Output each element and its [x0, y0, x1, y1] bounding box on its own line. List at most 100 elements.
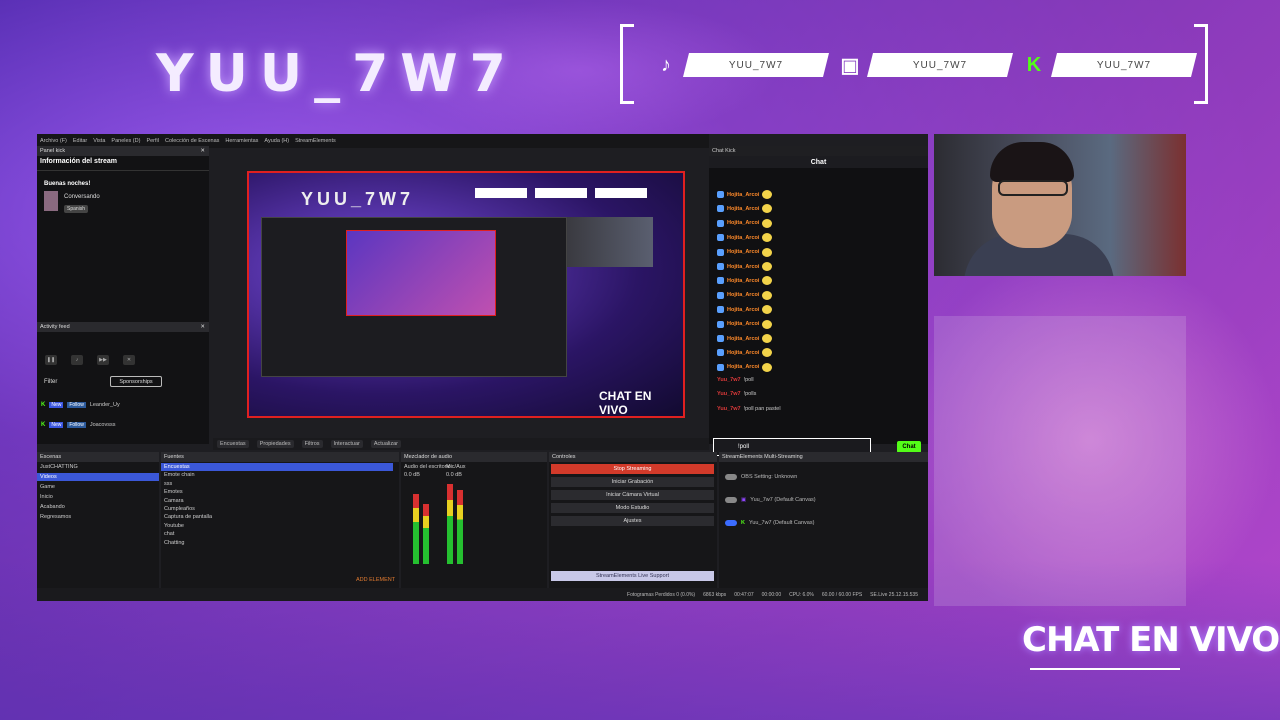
menu-item[interactable]: Ayuda (H) — [264, 138, 289, 144]
chat-message: Hojita_Arcoi — [717, 362, 773, 372]
multistream-row: OBS Setting: Unknown — [725, 474, 797, 480]
stream-info-title: Información del stream — [40, 158, 118, 165]
skip-icon[interactable]: ▶▶ — [97, 355, 109, 365]
menu-item[interactable]: Herramientas — [225, 138, 258, 144]
sources-header: Fuentes — [161, 452, 399, 462]
pause-icon[interactable]: ❚❚ — [45, 355, 57, 365]
start-recording-button[interactable]: Iniciar Grabación — [551, 477, 714, 487]
sponsorships-button[interactable]: Sponsorships — [110, 376, 162, 387]
menu-item[interactable]: Editar — [73, 138, 87, 144]
activity-filter[interactable]: Filter — [44, 379, 57, 385]
menu-item[interactable]: Archivo (F) — [40, 138, 67, 144]
source-item[interactable]: Camara — [161, 497, 393, 505]
stop-streaming-button[interactable]: Stop Streaming — [551, 464, 714, 474]
live-support-link[interactable]: StreamElements Live Support — [551, 571, 714, 581]
source-toolbar: Encuestas Propiedades Filtros Interactua… — [213, 438, 709, 450]
activity-controls: ❚❚ ♪ ▶▶ ✕ — [45, 355, 135, 365]
chat-username: Hojita_Arcoi — [727, 191, 760, 198]
source-item[interactable]: sss — [161, 480, 393, 488]
scene-item[interactable]: Videos — [37, 473, 159, 481]
filters-button[interactable]: Filtros — [301, 440, 323, 448]
scene-item[interactable]: Acabando — [37, 503, 159, 511]
chat-username: Hojita_Arcoi — [727, 349, 760, 356]
menu-item[interactable]: Perfil — [146, 138, 159, 144]
program-preview[interactable]: YUU_7W7 CHAT EN VIVO — [247, 171, 685, 418]
studio-mode-button[interactable]: Modo Estudio — [551, 503, 714, 513]
chat-username: Hojita_Arcoi — [727, 364, 760, 371]
multistream-header: StreamElements Multi-Streaming — [719, 452, 928, 462]
source-item[interactable]: Chatting — [161, 539, 393, 547]
source-item[interactable]: Youtube — [161, 522, 393, 530]
menu-item[interactable]: Paneles (D) — [111, 138, 140, 144]
kick-panel-title: Panel kick — [40, 148, 66, 154]
scene-item[interactable]: Regresamos — [37, 513, 159, 521]
twitch-icon: ▣ — [741, 497, 747, 503]
scenes-header: Escenas — [37, 452, 159, 462]
chat-message: Hojita_Arcoi — [717, 348, 773, 358]
chat-message: Hojita_Arcoi — [717, 247, 773, 257]
emote-icon — [762, 290, 773, 300]
activity-row: K New Follow Joacovsss — [41, 422, 116, 428]
chat-message: Hojita_Arcoi — [717, 204, 773, 214]
bell-icon[interactable]: ♪ — [71, 355, 83, 365]
chat-username: Hojita_Arcoi — [727, 234, 760, 241]
webcam-feed — [934, 134, 1186, 276]
obs-window: Archivo (F) Editar Vista Paneles (D) Per… — [37, 134, 928, 601]
source-item[interactable]: Emote chain — [161, 471, 393, 479]
badge-icon — [717, 248, 724, 256]
twitch-icon: ▣ — [840, 54, 860, 77]
badge-icon — [717, 263, 724, 270]
controls-header: Controles — [549, 452, 717, 462]
chat-message: Hojita_Arcoi — [717, 319, 773, 329]
menu-item[interactable]: Colección de Escenas — [165, 138, 219, 144]
output-toggle[interactable] — [725, 474, 737, 480]
menu-item[interactable]: Vista — [93, 138, 105, 144]
chat-message: Hojita_Arcoi — [717, 334, 773, 343]
webcam-glasses — [998, 180, 1068, 196]
badge-icon — [717, 349, 724, 357]
social-handle: YUU_7W7 — [912, 59, 968, 71]
chat-message: Yuu_7w7 !polls — [717, 391, 756, 397]
badge-icon — [717, 335, 724, 342]
add-element-button[interactable]: ADD ELEMENT — [353, 576, 395, 584]
source-item[interactable]: Emotes — [161, 488, 393, 496]
source-item[interactable]: Encuestas — [161, 463, 393, 471]
overlay-chat-label: CHAT EN VIVO — [1022, 620, 1280, 660]
source-item[interactable]: chat — [161, 530, 393, 538]
badge-icon — [717, 277, 724, 285]
chat-text: !polls — [743, 391, 757, 397]
scene-item[interactable]: JustCHATTING — [37, 463, 159, 471]
interact-button[interactable]: Interactuar — [330, 440, 363, 448]
badge-icon — [717, 234, 724, 242]
menu-item[interactable]: StreamElements — [295, 138, 336, 144]
source-item[interactable]: Captura de pantalla — [161, 513, 393, 521]
output-label: OBS Setting: Unknown — [741, 474, 798, 480]
chat-username: Yuu_7w7 — [717, 406, 741, 412]
preview-nested-obs — [261, 217, 567, 377]
properties-button[interactable]: Propiedades — [256, 440, 294, 448]
output-toggle[interactable] — [725, 520, 737, 526]
scene-item[interactable]: Inicio — [37, 493, 159, 501]
emote-icon — [762, 305, 773, 315]
mute-icon[interactable]: ✕ — [123, 355, 135, 365]
activity-row: K New Follow Leander_Uy — [41, 402, 120, 408]
chat-message: Yuu_7w7 !poll — [717, 377, 754, 383]
close-icon[interactable]: ✕ — [200, 324, 205, 330]
virtual-camera-button[interactable]: Iniciar Cámara Virtual — [551, 490, 714, 500]
status-bar: Fotogramas Perdidos 0 (0.0%) 6863 kbps 0… — [37, 588, 928, 601]
close-icon[interactable]: ✕ — [200, 148, 205, 154]
output-toggle[interactable] — [725, 497, 737, 503]
mixer-level: 0.0 dB — [446, 472, 462, 478]
preview-social-badge — [535, 188, 587, 198]
chat-message: Hojita_Arcoi — [717, 233, 773, 243]
language-badge: Spanish — [64, 205, 89, 213]
chat-message: Hojita_Arcoi — [717, 262, 773, 271]
translucent-panel — [934, 316, 1186, 606]
scene-item[interactable]: Game — [37, 483, 159, 491]
refresh-button[interactable]: Actualizar — [370, 440, 402, 448]
badge-icon — [717, 191, 724, 198]
settings-button[interactable]: Ajustes — [551, 516, 714, 526]
current-source: Encuestas — [217, 440, 249, 448]
chat-text: !poll pan pastel — [743, 406, 781, 412]
source-item[interactable]: Cumpleaños — [161, 505, 393, 513]
